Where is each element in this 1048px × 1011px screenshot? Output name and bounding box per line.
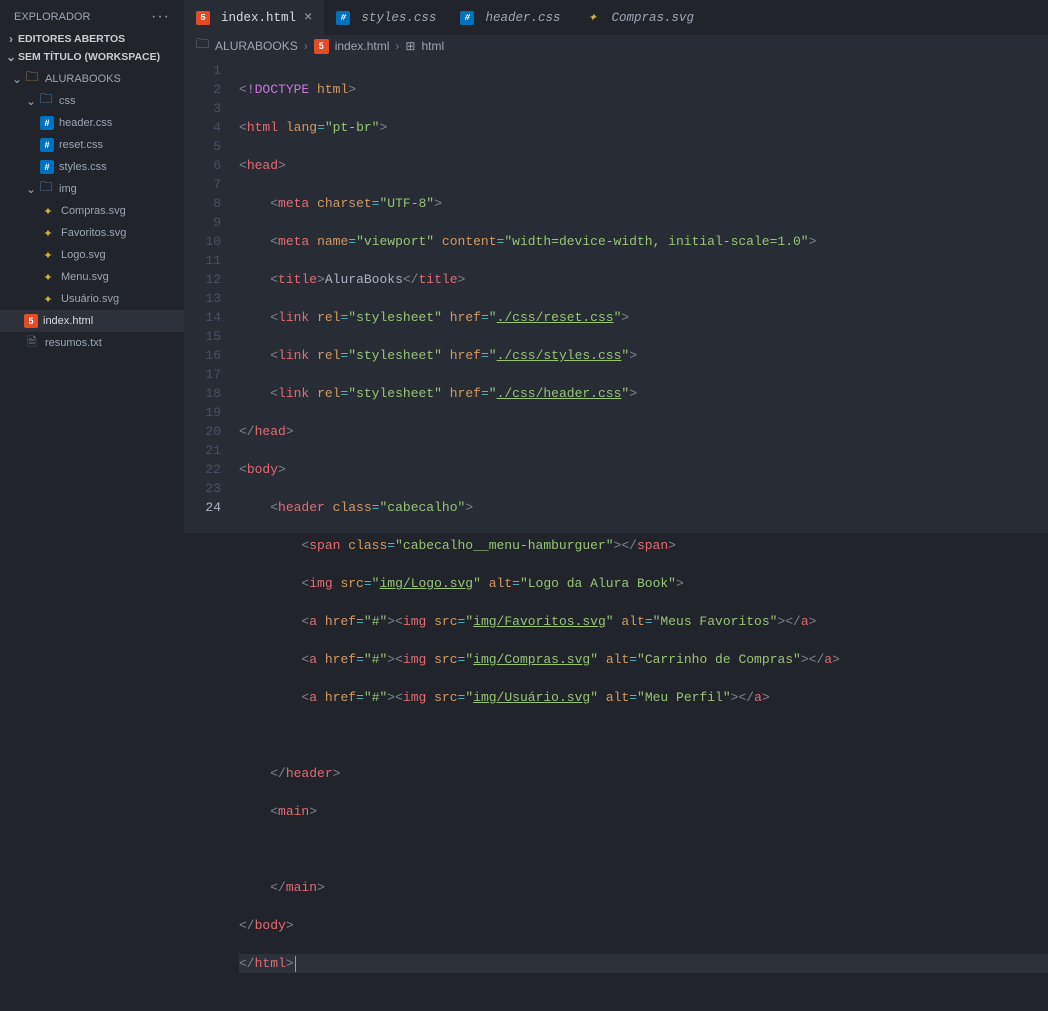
- css-icon: #: [40, 138, 54, 152]
- explorer-title: EXPLORADOR: [14, 11, 90, 23]
- breadcrumb-part[interactable]: ALURABOOKS: [215, 39, 298, 53]
- open-editors-section[interactable]: › EDITORES ABERTOS: [0, 30, 184, 48]
- file-label: Menu.svg: [61, 271, 109, 283]
- file-item[interactable]: ✦ Logo.svg: [0, 244, 184, 266]
- tab-label: Compras.svg: [611, 11, 694, 25]
- file-label: reset.css: [59, 139, 103, 151]
- chevron-down-icon: ⌄: [10, 72, 24, 86]
- folder-icon: 🗀: [38, 181, 54, 197]
- element-icon: ⊞: [405, 39, 415, 53]
- css-icon: #: [336, 11, 350, 25]
- svg-icon: ✦: [40, 247, 56, 263]
- folder-img[interactable]: ⌄ 🗀 img: [0, 178, 184, 200]
- folder-css[interactable]: ⌄ 🗀 css: [0, 90, 184, 112]
- tab-index-html[interactable]: 5 index.html ×: [184, 0, 324, 35]
- svg-icon: ✦: [40, 291, 56, 307]
- file-item[interactable]: # header.css: [0, 112, 184, 134]
- workspace-label: SEM TÍTULO (WORKSPACE): [18, 51, 160, 63]
- code-editor[interactable]: 1234 5678 9101112 13141516 17181920 2122…: [184, 57, 1048, 1011]
- chevron-down-icon: ⌄: [4, 50, 18, 64]
- tab-label: header.css: [485, 11, 560, 25]
- folder-root[interactable]: ⌄ 🗀 ALURABOOKS: [0, 68, 184, 90]
- folder-label: ALURABOOKS: [45, 73, 121, 85]
- tab-styles-css[interactable]: # styles.css: [324, 0, 448, 35]
- svg-icon: ✦: [40, 225, 56, 241]
- html-icon: 5: [314, 39, 329, 54]
- chevron-down-icon: ⌄: [24, 94, 38, 108]
- file-label: Favoritos.svg: [61, 227, 126, 239]
- chevron-right-icon: ›: [395, 39, 399, 53]
- file-item[interactable]: 🗎 resumos.txt: [0, 332, 184, 354]
- file-item[interactable]: # styles.css: [0, 156, 184, 178]
- sidebar-header: EXPLORADOR ···: [0, 0, 184, 30]
- file-label: resumos.txt: [45, 337, 102, 349]
- code-content[interactable]: <!DOCTYPE html> <html lang="pt-br"> <hea…: [239, 61, 1048, 1011]
- folder-label: img: [59, 183, 77, 195]
- folder-icon: 🗀: [24, 71, 40, 87]
- folder-icon: 🗀: [38, 93, 54, 109]
- open-editors-label: EDITORES ABERTOS: [18, 33, 125, 45]
- file-item[interactable]: ✦ Favoritos.svg: [0, 222, 184, 244]
- chevron-down-icon: ⌄: [24, 182, 38, 196]
- main-panel: 5 index.html × # styles.css # header.css…: [184, 0, 1048, 533]
- breadcrumb-part[interactable]: html: [421, 39, 444, 53]
- tab-compras-svg[interactable]: ✦ Compras.svg: [572, 0, 706, 35]
- tab-label: index.html: [221, 11, 296, 25]
- txt-icon: 🗎: [24, 335, 40, 351]
- close-icon[interactable]: ×: [304, 10, 312, 26]
- more-icon[interactable]: ···: [151, 8, 170, 26]
- file-item[interactable]: ✦ Compras.svg: [0, 200, 184, 222]
- file-label: index.html: [43, 315, 93, 327]
- css-icon: #: [40, 160, 54, 174]
- cursor: [295, 956, 296, 972]
- file-label: Logo.svg: [61, 249, 106, 261]
- line-gutter: 1234 5678 9101112 13141516 17181920 2122…: [184, 61, 239, 1011]
- html-icon: 5: [196, 11, 210, 25]
- file-item[interactable]: # reset.css: [0, 134, 184, 156]
- svg-icon: ✦: [40, 203, 56, 219]
- file-item-active[interactable]: 5 index.html: [0, 310, 184, 332]
- svg-icon: ✦: [40, 269, 56, 285]
- breadcrumb-part[interactable]: index.html: [335, 39, 390, 53]
- breadcrumb[interactable]: 🗀 ALURABOOKS › 5 index.html › ⊞ html: [184, 35, 1048, 57]
- file-label: Compras.svg: [61, 205, 126, 217]
- css-icon: #: [40, 116, 54, 130]
- folder-icon: 🗀: [196, 35, 209, 57]
- sidebar: EXPLORADOR ··· › EDITORES ABERTOS ⌄ SEM …: [0, 0, 184, 533]
- file-item[interactable]: ✦ Menu.svg: [0, 266, 184, 288]
- svg-icon: ✦: [584, 10, 600, 26]
- file-label: styles.css: [59, 161, 107, 173]
- chevron-right-icon: ›: [304, 39, 308, 53]
- tab-bar: 5 index.html × # styles.css # header.css…: [184, 0, 1048, 35]
- file-label: Usuário.svg: [61, 293, 119, 305]
- tab-header-css[interactable]: # header.css: [448, 0, 572, 35]
- file-item[interactable]: ✦ Usuário.svg: [0, 288, 184, 310]
- html-icon: 5: [24, 314, 38, 328]
- folder-label: css: [59, 95, 76, 107]
- tab-label: styles.css: [361, 11, 436, 25]
- css-icon: #: [460, 11, 474, 25]
- file-tree: ⌄ 🗀 ALURABOOKS ⌄ 🗀 css # header.css # re…: [0, 66, 184, 356]
- workspace-section[interactable]: ⌄ SEM TÍTULO (WORKSPACE): [0, 48, 184, 66]
- file-label: header.css: [59, 117, 112, 129]
- chevron-right-icon: ›: [4, 32, 18, 46]
